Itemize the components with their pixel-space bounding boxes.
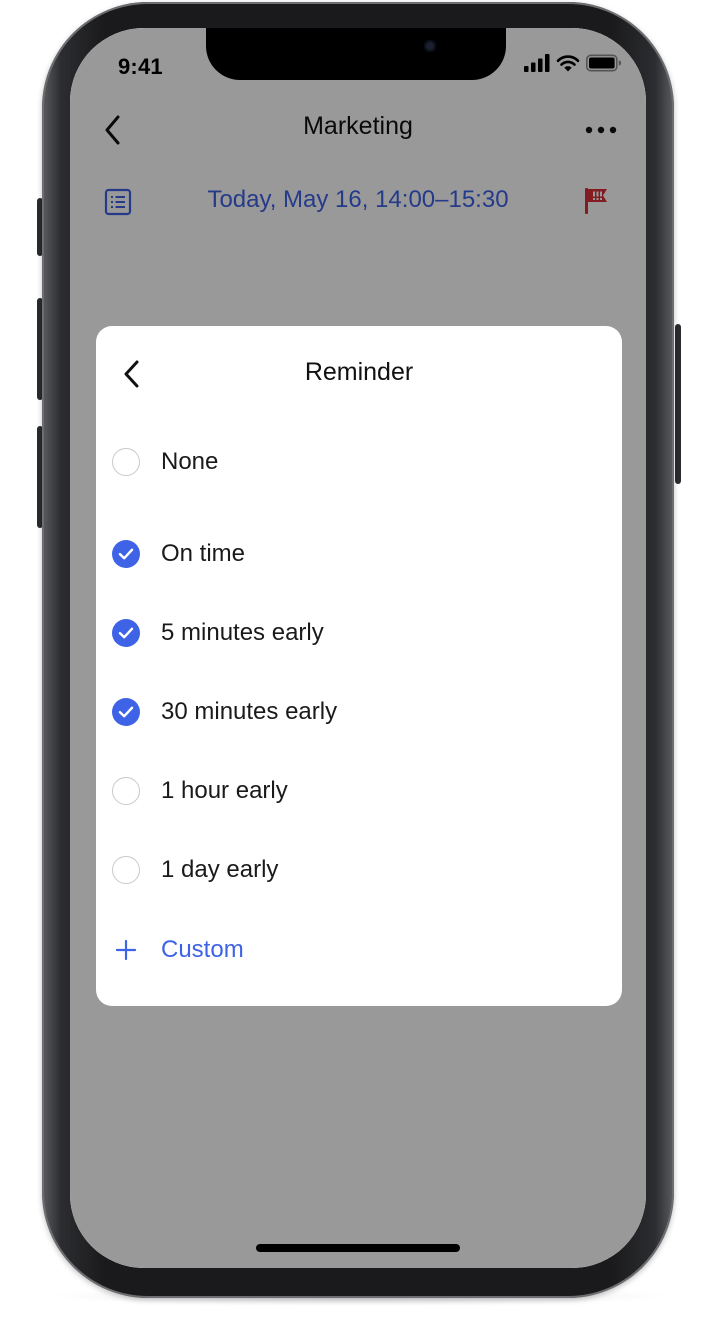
- radio-checked[interactable]: [112, 698, 140, 726]
- option-label: 5 minutes early: [161, 619, 324, 646]
- add-custom-reminder-button[interactable]: Custom: [112, 930, 244, 970]
- option-label: None: [161, 448, 219, 475]
- reminder-option-1-hour[interactable]: 1 hour early: [112, 771, 606, 811]
- notch: [206, 28, 506, 80]
- reminder-option-5-minutes[interactable]: 5 minutes early: [112, 613, 606, 653]
- checkmark-icon: [118, 706, 134, 718]
- dialog-title: Reminder: [304, 358, 414, 386]
- radio-unchecked[interactable]: [112, 448, 140, 476]
- reminder-option-30-minutes[interactable]: 30 minutes early: [112, 692, 606, 732]
- option-label: 1 hour early: [161, 777, 288, 804]
- checkmark-icon: [118, 548, 134, 560]
- phone-screen: 9:41 Marketing Today, May 16, 14:00–15:3…: [70, 28, 646, 1268]
- reminder-option-on-time[interactable]: On time: [112, 534, 606, 574]
- reminder-option-none[interactable]: None: [112, 442, 606, 482]
- reminder-dialog: Reminder None On time 5 minutes early 30…: [96, 326, 622, 1006]
- radio-checked[interactable]: [112, 619, 140, 647]
- front-camera: [424, 40, 436, 52]
- custom-label: Custom: [161, 936, 244, 963]
- plus-icon: [112, 936, 140, 964]
- option-label: 30 minutes early: [161, 698, 338, 725]
- power-button: [675, 324, 681, 484]
- radio-unchecked[interactable]: [112, 856, 140, 884]
- checkmark-icon: [118, 627, 134, 639]
- option-label: 1 day early: [161, 856, 279, 883]
- radio-checked[interactable]: [112, 540, 140, 568]
- radio-unchecked[interactable]: [112, 777, 140, 805]
- option-label: On time: [161, 540, 246, 567]
- reminder-option-1-day[interactable]: 1 day early: [112, 850, 606, 890]
